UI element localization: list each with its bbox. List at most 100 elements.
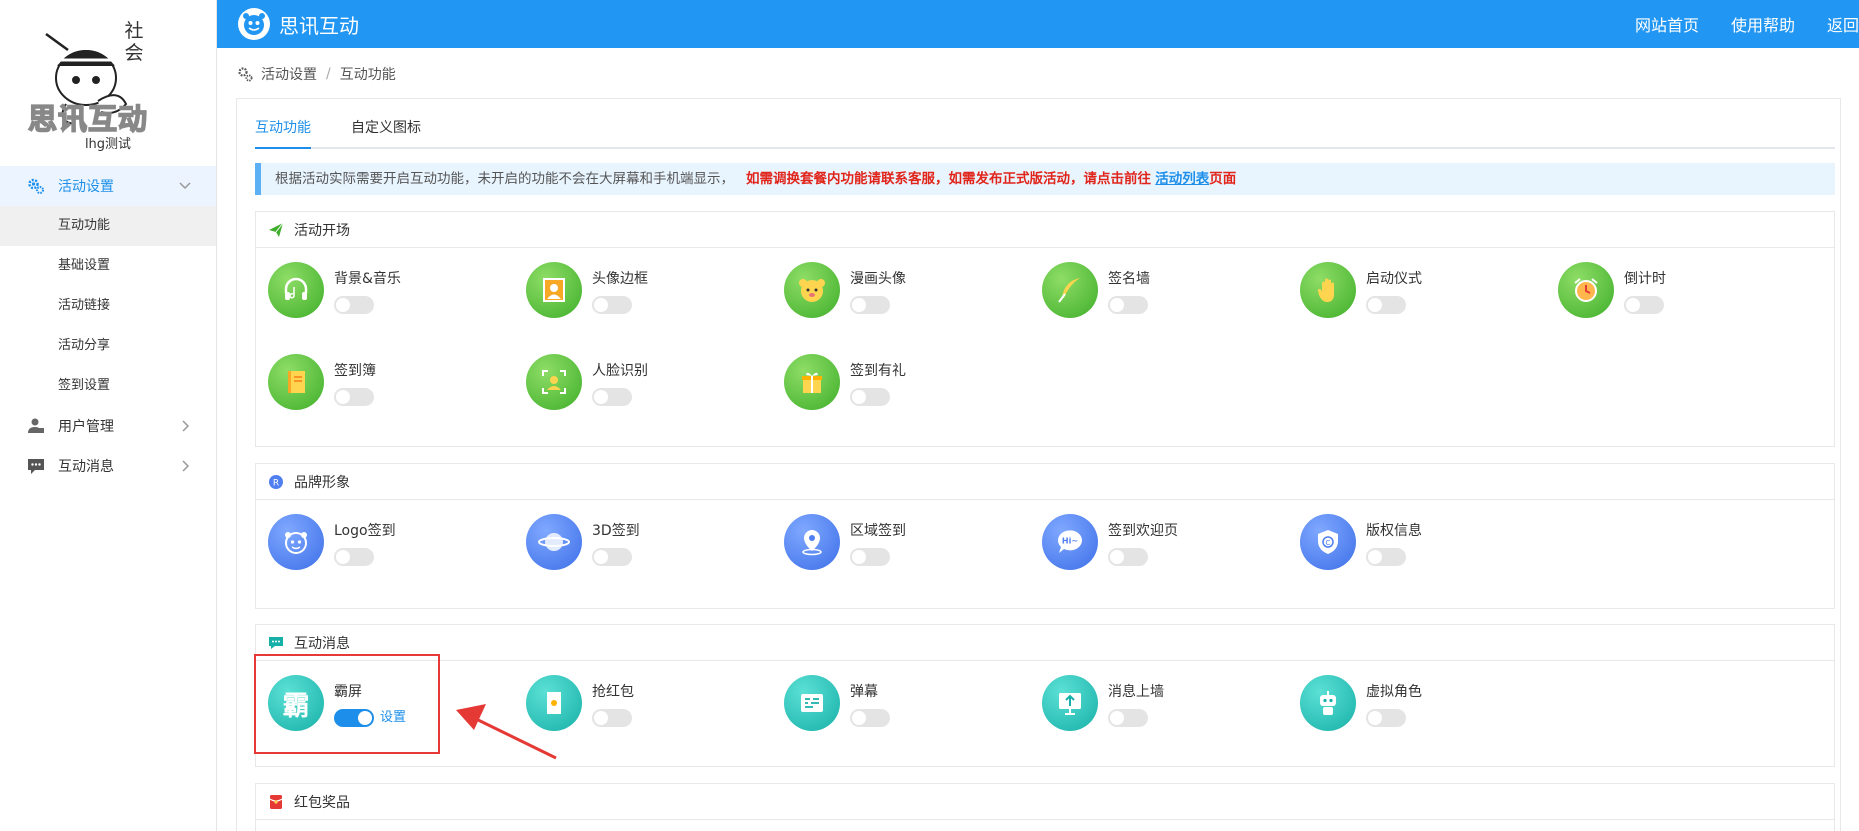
section-title: 互动消息 xyxy=(294,635,350,652)
feature-toggle[interactable] xyxy=(334,388,374,406)
feature-name: 霸屏 xyxy=(334,684,362,700)
username: lhg测试 xyxy=(84,137,132,152)
menu-label: 活动设置 xyxy=(58,179,114,195)
shield-copyright-icon: C xyxy=(1300,514,1356,570)
feature-name: 3D签到 xyxy=(592,523,640,539)
feature-toggle[interactable] xyxy=(1108,709,1148,727)
feature-toggle[interactable] xyxy=(592,548,632,566)
feature-toggle[interactable] xyxy=(1108,296,1148,314)
notice-text: 根据活动实际需要开启互动功能，未开启的功能不会在大屏幕和手机端显示， xyxy=(275,171,734,187)
feature-signature-wall: 签名墙 xyxy=(1042,262,1282,324)
feature-name: Logo签到 xyxy=(334,523,396,539)
chat-bubble-icon xyxy=(268,635,284,651)
gears-icon xyxy=(26,176,46,196)
logo-text: 思讯互动 xyxy=(27,101,149,137)
alarm-clock-icon xyxy=(1558,262,1614,318)
feature-toggle[interactable] xyxy=(1366,548,1406,566)
notice-suffix: 页面 xyxy=(1209,171,1237,187)
face-scan-icon xyxy=(526,354,582,410)
feature-toggle[interactable] xyxy=(592,709,632,727)
feature-toggle[interactable] xyxy=(1366,296,1406,314)
nav-home-link[interactable]: 网站首页 xyxy=(1635,12,1699,36)
red-packet-icon xyxy=(526,675,582,731)
sidebar-item-activity-share[interactable]: 活动分享 xyxy=(0,326,216,366)
gift-icon xyxy=(784,354,840,410)
svg-text:Hi~: Hi~ xyxy=(1062,537,1078,546)
cartoon-face-icon xyxy=(784,262,840,318)
menu-activity-settings[interactable]: 活动设置 xyxy=(0,166,216,206)
feature-name: 区域签到 xyxy=(850,523,906,539)
section-title: 活动开场 xyxy=(294,222,350,239)
feature-name: 签到簿 xyxy=(334,363,376,379)
feature-red-packet: 抢红包 xyxy=(526,675,766,737)
feature-toggle[interactable] xyxy=(850,548,890,566)
feature-launch-ceremony: 启动仪式 xyxy=(1300,262,1540,324)
menu-label: 用户管理 xyxy=(58,419,114,435)
feature-bg-music: 背景&音乐 xyxy=(268,262,508,324)
activity-list-link[interactable]: 活动列表 xyxy=(1155,171,1209,187)
feature-name: 头像边框 xyxy=(592,271,648,287)
headphones-icon xyxy=(268,262,324,318)
section-header: 活动开场 xyxy=(256,212,1834,248)
nav-help-link[interactable]: 使用帮助 xyxy=(1731,12,1795,36)
section-title: 品牌形象 xyxy=(294,474,350,491)
feature-toggle[interactable] xyxy=(1624,296,1664,314)
sidebar-item-checkin-settings[interactable]: 签到设置 xyxy=(0,366,216,406)
feature-toggle[interactable] xyxy=(334,709,374,727)
feature-toggle[interactable] xyxy=(334,296,374,314)
section-header: R 品牌形象 xyxy=(256,464,1834,500)
feature-danmaku: 弹幕 xyxy=(784,675,1024,737)
robot-icon xyxy=(1300,675,1356,731)
breadcrumb-item[interactable]: 活动设置 xyxy=(261,64,317,84)
tab-custom-icons[interactable]: 自定义图标 xyxy=(351,113,421,149)
feature-toggle[interactable] xyxy=(334,548,374,566)
notebook-icon xyxy=(268,354,324,410)
tab-interactive-features[interactable]: 互动功能 xyxy=(255,113,311,149)
feature-welcome-page: Hi~ 签到欢迎页 xyxy=(1042,514,1282,576)
chevron-down-icon xyxy=(179,182,191,190)
feature-name: 弹幕 xyxy=(850,684,878,700)
gears-icon xyxy=(238,67,253,82)
menu-interactive-messages[interactable]: 互动消息 xyxy=(0,446,216,486)
feature-toggle[interactable] xyxy=(850,709,890,727)
feature-toggle[interactable] xyxy=(592,388,632,406)
feature-name: 启动仪式 xyxy=(1366,271,1422,287)
feature-area-checkin: 区域签到 xyxy=(784,514,1024,576)
sidebar-item-basic-settings[interactable]: 基础设置 xyxy=(0,246,216,286)
red-envelope-icon xyxy=(268,794,284,810)
brand[interactable]: 思讯互动 xyxy=(237,7,359,41)
feature-name: 版权信息 xyxy=(1366,523,1422,539)
breadcrumb: 活动设置 / 互动功能 xyxy=(237,64,396,84)
quill-icon xyxy=(1042,262,1098,318)
feature-name: 签名墙 xyxy=(1108,271,1150,287)
feature-toggle[interactable] xyxy=(850,296,890,314)
section-activity-opening: 活动开场 背景&音乐 头像边框 漫画头像 签名墙 启动仪式 倒计时 签到簿 人脸… xyxy=(255,211,1835,447)
feature-screen-takeover: 霸 霸屏 设置 xyxy=(268,675,508,737)
svg-text:C: C xyxy=(1326,539,1331,547)
sidebar-item-activity-link[interactable]: 活动链接 xyxy=(0,286,216,326)
feature-message-wall: 消息上墙 xyxy=(1042,675,1282,737)
feature-cartoon-avatar: 漫画头像 xyxy=(784,262,1024,324)
feature-toggle[interactable] xyxy=(850,388,890,406)
feature-name: 虚拟角色 xyxy=(1366,684,1422,700)
feature-toggle[interactable] xyxy=(592,296,632,314)
top-bar: 思讯互动 网站首页 使用帮助 返回 xyxy=(217,0,1859,48)
sidebar-item-interactive-features[interactable]: 互动功能 xyxy=(0,206,216,246)
icon-glyph: 霸 xyxy=(282,690,310,722)
feature-toggle[interactable] xyxy=(1366,709,1406,727)
feature-copyright-info: C 版权信息 xyxy=(1300,514,1540,576)
content-card: 互动功能 自定义图标 根据活动实际需要开启互动功能，未开启的功能不会在大屏幕和手… xyxy=(236,98,1841,831)
section-header: 红包奖品 xyxy=(256,784,1834,820)
feature-checkin-gift: 签到有礼 xyxy=(784,354,1024,416)
feature-name: 签到有礼 xyxy=(850,363,906,379)
top-nav: 网站首页 使用帮助 返回 xyxy=(1635,0,1859,48)
nav-back-link[interactable]: 返回 xyxy=(1827,12,1859,36)
feature-toggle[interactable] xyxy=(1108,548,1148,566)
feature-avatar-frame: 头像边框 xyxy=(526,262,766,324)
hand-icon xyxy=(1300,262,1356,318)
menu-user-management[interactable]: 用户管理 xyxy=(0,406,216,446)
monitor-upload-icon xyxy=(1042,675,1098,731)
feature-settings-link[interactable]: 设置 xyxy=(380,709,406,727)
planet-icon xyxy=(526,514,582,570)
feature-logo-checkin: Logo签到 xyxy=(268,514,508,576)
